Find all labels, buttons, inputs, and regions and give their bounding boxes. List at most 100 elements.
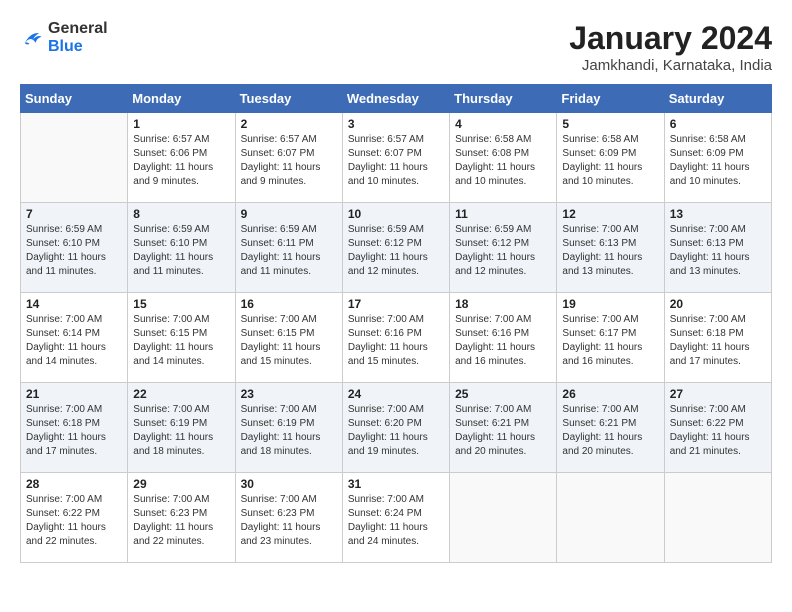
day-number: 30: [241, 477, 337, 491]
day-info: Sunrise: 7:00 AMSunset: 6:13 PMDaylight:…: [670, 223, 766, 279]
day-info: Sunrise: 7:00 AMSunset: 6:14 PMDaylight:…: [26, 313, 122, 369]
calendar-cell: 25Sunrise: 7:00 AMSunset: 6:21 PMDayligh…: [450, 383, 557, 473]
day-info: Sunrise: 7:00 AMSunset: 6:20 PMDaylight:…: [348, 403, 444, 459]
page-header: General Blue January 2024 Jamkhandi, Kar…: [20, 20, 772, 74]
day-number: 6: [670, 117, 766, 131]
calendar-cell: 22 Sunrise: 7:00 AMSunset: 6:19 PMDayligh…: [128, 383, 235, 473]
day-info: Sunrise: 6:57 AMSunset: 6:06 PMDaylight:…: [133, 133, 229, 189]
day-info: Sunrise: 7:00 AMSunset: 6:16 PMDaylight:…: [455, 313, 551, 369]
day-number: 1: [133, 117, 229, 131]
calendar-cell: 9 Sunrise: 6:59 AMSunset: 6:11 PMDaylight…: [235, 203, 342, 293]
day-info: Sunrise: 7:00 AMSunset: 6:21 PMDaylight:…: [562, 403, 658, 459]
calendar-cell: 1 Sunrise: 6:57 AMSunset: 6:06 PMDaylight…: [128, 113, 235, 203]
weekday-header: Tuesday: [235, 85, 342, 113]
day-info: Sunrise: 7:00 AMSunset: 6:23 PMDaylight:…: [133, 493, 229, 549]
logo-text: General Blue: [48, 20, 108, 56]
day-info: Sunrise: 7:00 AMSunset: 6:16 PMDaylight:…: [348, 313, 444, 369]
day-number: 12: [562, 207, 658, 221]
calendar-week-row: 14 Sunrise: 7:00 AMSunset: 6:14 PMDayligh…: [21, 293, 772, 383]
calendar-cell: 3 Sunrise: 6:57 AMSunset: 6:07 PMDaylight…: [342, 113, 449, 203]
day-info: Sunrise: 6:58 AMSunset: 6:09 PMDaylight:…: [670, 133, 766, 189]
day-number: 29: [133, 477, 229, 491]
day-number: 23: [241, 387, 337, 401]
day-info: Sunrise: 7:00 AMSunset: 6:21 PMDaylight:…: [455, 403, 551, 459]
day-number: 13: [670, 207, 766, 221]
day-number: 26: [562, 387, 658, 401]
day-number: 3: [348, 117, 444, 131]
day-number: 31: [348, 477, 444, 491]
calendar-cell: [664, 473, 771, 563]
calendar-cell: 15Sunrise: 7:00 AMSunset: 6:15 PMDayligh…: [128, 293, 235, 383]
month-year-title: January 2024: [569, 20, 772, 57]
calendar-cell: 23 Sunrise: 7:00 AMSunset: 6:19 PMDayligh…: [235, 383, 342, 473]
day-info: Sunrise: 7:00 AMSunset: 6:18 PMDaylight:…: [26, 403, 122, 459]
calendar-table: SundayMondayTuesdayWednesdayThursdayFrid…: [20, 84, 772, 563]
calendar-cell: 24 Sunrise: 7:00 AMSunset: 6:20 PMDayligh…: [342, 383, 449, 473]
calendar-cell: [557, 473, 664, 563]
calendar-cell: 18 Sunrise: 7:00 AMSunset: 6:16 PMDayligh…: [450, 293, 557, 383]
logo-icon: [20, 26, 44, 50]
calendar-week-row: 21 Sunrise: 7:00 AMSunset: 6:18 PMDayligh…: [21, 383, 772, 473]
weekday-header: Friday: [557, 85, 664, 113]
calendar-cell: [21, 113, 128, 203]
calendar-week-row: 1 Sunrise: 6:57 AMSunset: 6:06 PMDaylight…: [21, 113, 772, 203]
day-info: Sunrise: 7:00 AMSunset: 6:22 PMDaylight:…: [26, 493, 122, 549]
day-number: 2: [241, 117, 337, 131]
day-number: 9: [241, 207, 337, 221]
calendar-week-row: 28 Sunrise: 7:00 AMSunset: 6:22 PMDayligh…: [21, 473, 772, 563]
calendar-cell: 27 Sunrise: 7:00 AMSunset: 6:22 PMDayligh…: [664, 383, 771, 473]
day-number: 19: [562, 297, 658, 311]
day-number: 11: [455, 207, 551, 221]
day-number: 7: [26, 207, 122, 221]
day-info: Sunrise: 6:59 AMSunset: 6:11 PMDaylight:…: [241, 223, 337, 279]
day-number: 21: [26, 387, 122, 401]
day-number: 16: [241, 297, 337, 311]
weekday-header-row: SundayMondayTuesdayWednesdayThursdayFrid…: [21, 85, 772, 113]
calendar-cell: 21 Sunrise: 7:00 AMSunset: 6:18 PMDayligh…: [21, 383, 128, 473]
day-number: 4: [455, 117, 551, 131]
day-info: Sunrise: 7:00 AMSunset: 6:18 PMDaylight:…: [670, 313, 766, 369]
calendar-cell: 8Sunrise: 6:59 AMSunset: 6:10 PMDaylight…: [128, 203, 235, 293]
day-info: Sunrise: 7:00 AMSunset: 6:15 PMDaylight:…: [133, 313, 229, 369]
day-number: 28: [26, 477, 122, 491]
day-info: Sunrise: 6:59 AMSunset: 6:10 PMDaylight:…: [26, 223, 122, 279]
day-number: 14: [26, 297, 122, 311]
day-info: Sunrise: 6:58 AMSunset: 6:08 PMDaylight:…: [455, 133, 551, 189]
day-info: Sunrise: 7:00 AMSunset: 6:22 PMDaylight:…: [670, 403, 766, 459]
calendar-cell: 2Sunrise: 6:57 AMSunset: 6:07 PMDaylight…: [235, 113, 342, 203]
location-subtitle: Jamkhandi, Karnataka, India: [569, 57, 772, 74]
calendar-cell: 31Sunrise: 7:00 AMSunset: 6:24 PMDayligh…: [342, 473, 449, 563]
logo: General Blue: [20, 20, 108, 56]
day-number: 27: [670, 387, 766, 401]
calendar-cell: 26 Sunrise: 7:00 AMSunset: 6:21 PMDayligh…: [557, 383, 664, 473]
day-number: 8: [133, 207, 229, 221]
calendar-cell: 28 Sunrise: 7:00 AMSunset: 6:22 PMDayligh…: [21, 473, 128, 563]
day-number: 20: [670, 297, 766, 311]
calendar-cell: 11Sunrise: 6:59 AMSunset: 6:12 PMDayligh…: [450, 203, 557, 293]
day-number: 10: [348, 207, 444, 221]
day-info: Sunrise: 7:00 AMSunset: 6:13 PMDaylight:…: [562, 223, 658, 279]
day-info: Sunrise: 7:00 AMSunset: 6:17 PMDaylight:…: [562, 313, 658, 369]
weekday-header: Thursday: [450, 85, 557, 113]
day-number: 24: [348, 387, 444, 401]
calendar-cell: 13 Sunrise: 7:00 AMSunset: 6:13 PMDayligh…: [664, 203, 771, 293]
day-info: Sunrise: 7:00 AMSunset: 6:19 PMDaylight:…: [241, 403, 337, 459]
day-info: Sunrise: 6:58 AMSunset: 6:09 PMDaylight:…: [562, 133, 658, 189]
weekday-header: Sunday: [21, 85, 128, 113]
day-info: Sunrise: 7:00 AMSunset: 6:19 PMDaylight:…: [133, 403, 229, 459]
calendar-cell: 16 Sunrise: 7:00 AMSunset: 6:15 PMDayligh…: [235, 293, 342, 383]
day-info: Sunrise: 7:00 AMSunset: 6:15 PMDaylight:…: [241, 313, 337, 369]
calendar-cell: [450, 473, 557, 563]
title-block: January 2024 Jamkhandi, Karnataka, India: [569, 20, 772, 74]
calendar-cell: 29 Sunrise: 7:00 AMSunset: 6:23 PMDayligh…: [128, 473, 235, 563]
day-info: Sunrise: 6:57 AMSunset: 6:07 PMDaylight:…: [348, 133, 444, 189]
weekday-header: Saturday: [664, 85, 771, 113]
weekday-header: Monday: [128, 85, 235, 113]
calendar-cell: 10Sunrise: 6:59 AMSunset: 6:12 PMDayligh…: [342, 203, 449, 293]
day-number: 17: [348, 297, 444, 311]
calendar-cell: 19 Sunrise: 7:00 AMSunset: 6:17 PMDayligh…: [557, 293, 664, 383]
calendar-cell: 7 Sunrise: 6:59 AMSunset: 6:10 PMDaylight…: [21, 203, 128, 293]
day-number: 22: [133, 387, 229, 401]
day-number: 18: [455, 297, 551, 311]
calendar-cell: 14 Sunrise: 7:00 AMSunset: 6:14 PMDayligh…: [21, 293, 128, 383]
